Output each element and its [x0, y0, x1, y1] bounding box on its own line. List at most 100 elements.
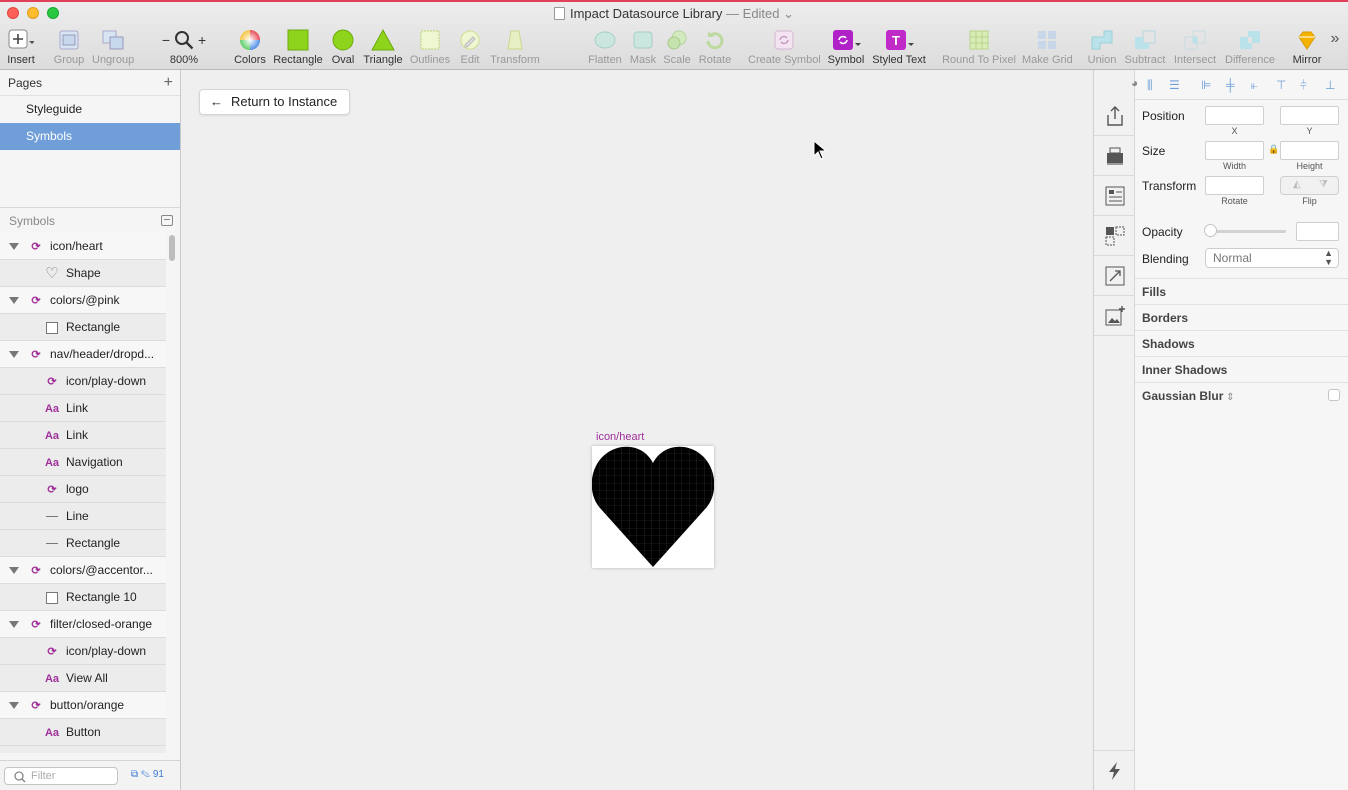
collapse-groups-icon[interactable]	[161, 215, 173, 226]
flatten-button[interactable]: Flatten	[587, 28, 623, 66]
layer-row[interactable]: Rectangle 10	[0, 584, 166, 611]
rotate-field[interactable]	[1205, 176, 1264, 195]
add-image-button[interactable]	[1094, 296, 1135, 336]
page-item-styleguide[interactable]: Styleguide	[0, 96, 180, 123]
align-bottom-icon[interactable]: ⊥	[1325, 78, 1335, 92]
actions-button[interactable]	[1094, 750, 1135, 790]
flip-vertical-icon[interactable]: ⧩	[1319, 179, 1328, 190]
layer-row[interactable]: Line	[0, 503, 166, 530]
add-page-button[interactable]: +	[164, 70, 173, 96]
filter-input[interactable]: Filter	[4, 767, 118, 785]
symbol-row[interactable]: ⟳ colors/@accentor...	[0, 557, 166, 584]
layer-row[interactable]: Aa Link	[0, 395, 166, 422]
canvas[interactable]: ← Return to Instance icon/heart	[181, 70, 1093, 790]
align-center-icon[interactable]: ╪	[1226, 78, 1235, 92]
colors-button[interactable]: Colors	[233, 28, 267, 66]
position-y-field[interactable]	[1280, 106, 1339, 125]
lock-icon[interactable]: 🔒	[1268, 144, 1279, 155]
layer-row[interactable]: Rectangle	[0, 314, 166, 341]
height-field[interactable]	[1280, 141, 1339, 160]
disclosure-triangle-icon[interactable]	[9, 243, 19, 250]
opacity-slider-knob[interactable]	[1204, 224, 1217, 237]
mirror-button[interactable]: Mirror	[1290, 28, 1324, 66]
layer-row[interactable]: Aa Button	[0, 719, 166, 746]
zoom-out-button[interactable]: −	[162, 32, 170, 48]
flip-horizontal-icon[interactable]: ◭	[1293, 179, 1301, 190]
difference-button[interactable]: Difference	[1223, 28, 1277, 66]
blur-type-chevron-icon[interactable]: ⇕	[1223, 392, 1234, 403]
disclosure-triangle-icon[interactable]	[9, 567, 19, 574]
section-fills[interactable]: Fills	[1135, 278, 1348, 304]
styled-text-button[interactable]: T Styled Text	[871, 28, 927, 66]
symbol-filter-icon[interactable]: ⧉	[131, 769, 138, 780]
opacity-field[interactable]	[1296, 222, 1339, 241]
distribute-vertical-icon[interactable]: ☰	[1169, 78, 1180, 92]
symbol-menu-button[interactable]: Symbol	[827, 28, 865, 66]
transform-button[interactable]: Transform	[489, 28, 541, 66]
oval-tool-button[interactable]: Oval	[330, 28, 356, 66]
edited-status[interactable]: — Edited	[726, 6, 779, 21]
round-to-pixel-button[interactable]: Round To Pixel	[942, 28, 1016, 66]
filter-options[interactable]: ⧉ ✎ 91	[131, 769, 164, 780]
layer-row[interactable]: ⟳ logo	[0, 476, 166, 503]
make-grid-button[interactable]: Make Grid	[1022, 28, 1073, 66]
layer-row[interactable]: ♡ Shape	[0, 260, 166, 287]
layer-row[interactable]: Rectangle 3	[0, 746, 166, 753]
heart-shape[interactable]	[591, 446, 715, 568]
align-middle-icon[interactable]: ⫩	[1300, 78, 1307, 93]
mask-button[interactable]: Mask	[628, 28, 658, 66]
pie-icon[interactable]: ◕	[1131, 76, 1138, 90]
section-gaussian-blur[interactable]: Gaussian Blur ⇕	[1135, 382, 1348, 408]
width-field[interactable]	[1205, 141, 1264, 160]
layer-row[interactable]: ⟳ icon/play-down	[0, 638, 166, 665]
outlines-button[interactable]: Outlines	[409, 28, 451, 66]
blending-select[interactable]: Normal ▲ ▼	[1205, 248, 1339, 268]
page-item-symbols[interactable]: Symbols	[0, 123, 180, 150]
layer-row[interactable]: Aa View All	[0, 665, 166, 692]
section-shadows[interactable]: Shadows	[1135, 330, 1348, 356]
flip-control[interactable]: ◭ ⧩	[1280, 176, 1339, 195]
artboard-label[interactable]: icon/heart	[596, 431, 644, 443]
rotate-button[interactable]: Rotate	[697, 28, 733, 66]
intersect-button[interactable]: Intersect	[1172, 28, 1218, 66]
align-top-icon[interactable]: ⊤	[1276, 78, 1286, 92]
chevron-down-icon[interactable]: ⌄	[783, 6, 794, 21]
position-x-field[interactable]	[1205, 106, 1264, 125]
symbol-row[interactable]: ⟳ filter/closed-orange	[0, 611, 166, 638]
group-button[interactable]: Group	[53, 28, 85, 66]
create-artboard-button[interactable]	[1094, 216, 1135, 256]
layer-list-scrollbar[interactable]	[169, 235, 175, 261]
symbol-row[interactable]: ⟳ nav/header/dropd...	[0, 341, 166, 368]
rectangle-tool-button[interactable]: Rectangle	[272, 28, 324, 66]
disclosure-triangle-icon[interactable]	[9, 297, 19, 304]
section-inner-shadows[interactable]: Inner Shadows	[1135, 356, 1348, 382]
toolbar-overflow-button[interactable]: »	[1328, 30, 1342, 48]
disclosure-triangle-icon[interactable]	[9, 621, 19, 628]
union-button[interactable]: Union	[1086, 28, 1118, 66]
opacity-slider-track[interactable]	[1208, 230, 1286, 233]
layer-row[interactable]: Rectangle	[0, 530, 166, 557]
export-button[interactable]	[1094, 96, 1135, 136]
resize-button[interactable]	[1094, 256, 1135, 296]
disclosure-triangle-icon[interactable]	[9, 351, 19, 358]
align-right-icon[interactable]: ⫦	[1251, 78, 1258, 93]
zoom-in-button[interactable]: +	[198, 32, 206, 48]
print-button[interactable]	[1094, 136, 1135, 176]
layer-row[interactable]: ⟳ icon/play-down	[0, 368, 166, 395]
subtract-button[interactable]: Subtract	[1123, 28, 1167, 66]
symbol-row[interactable]: ⟳ colors/@pink	[0, 287, 166, 314]
insert-button[interactable]: Insert	[6, 28, 36, 66]
gaussian-blur-checkbox[interactable]	[1328, 389, 1340, 401]
scale-button[interactable]: Scale	[662, 28, 692, 66]
section-borders[interactable]: Borders	[1135, 304, 1348, 330]
triangle-tool-button[interactable]: Triangle	[363, 28, 403, 66]
zoom-control[interactable]: − + 800%	[156, 28, 212, 66]
create-symbol-button[interactable]: Create Symbol	[748, 28, 821, 66]
symbol-row[interactable]: ⟳ button/orange	[0, 692, 166, 719]
layer-row[interactable]: Aa Link	[0, 422, 166, 449]
symbol-artboard[interactable]	[591, 446, 715, 568]
align-left-icon[interactable]: ⊫	[1201, 78, 1211, 92]
return-to-instance-button[interactable]: ← Return to Instance	[199, 89, 351, 115]
disclosure-triangle-icon[interactable]	[9, 702, 19, 709]
layer-row[interactable]: Aa Navigation	[0, 449, 166, 476]
